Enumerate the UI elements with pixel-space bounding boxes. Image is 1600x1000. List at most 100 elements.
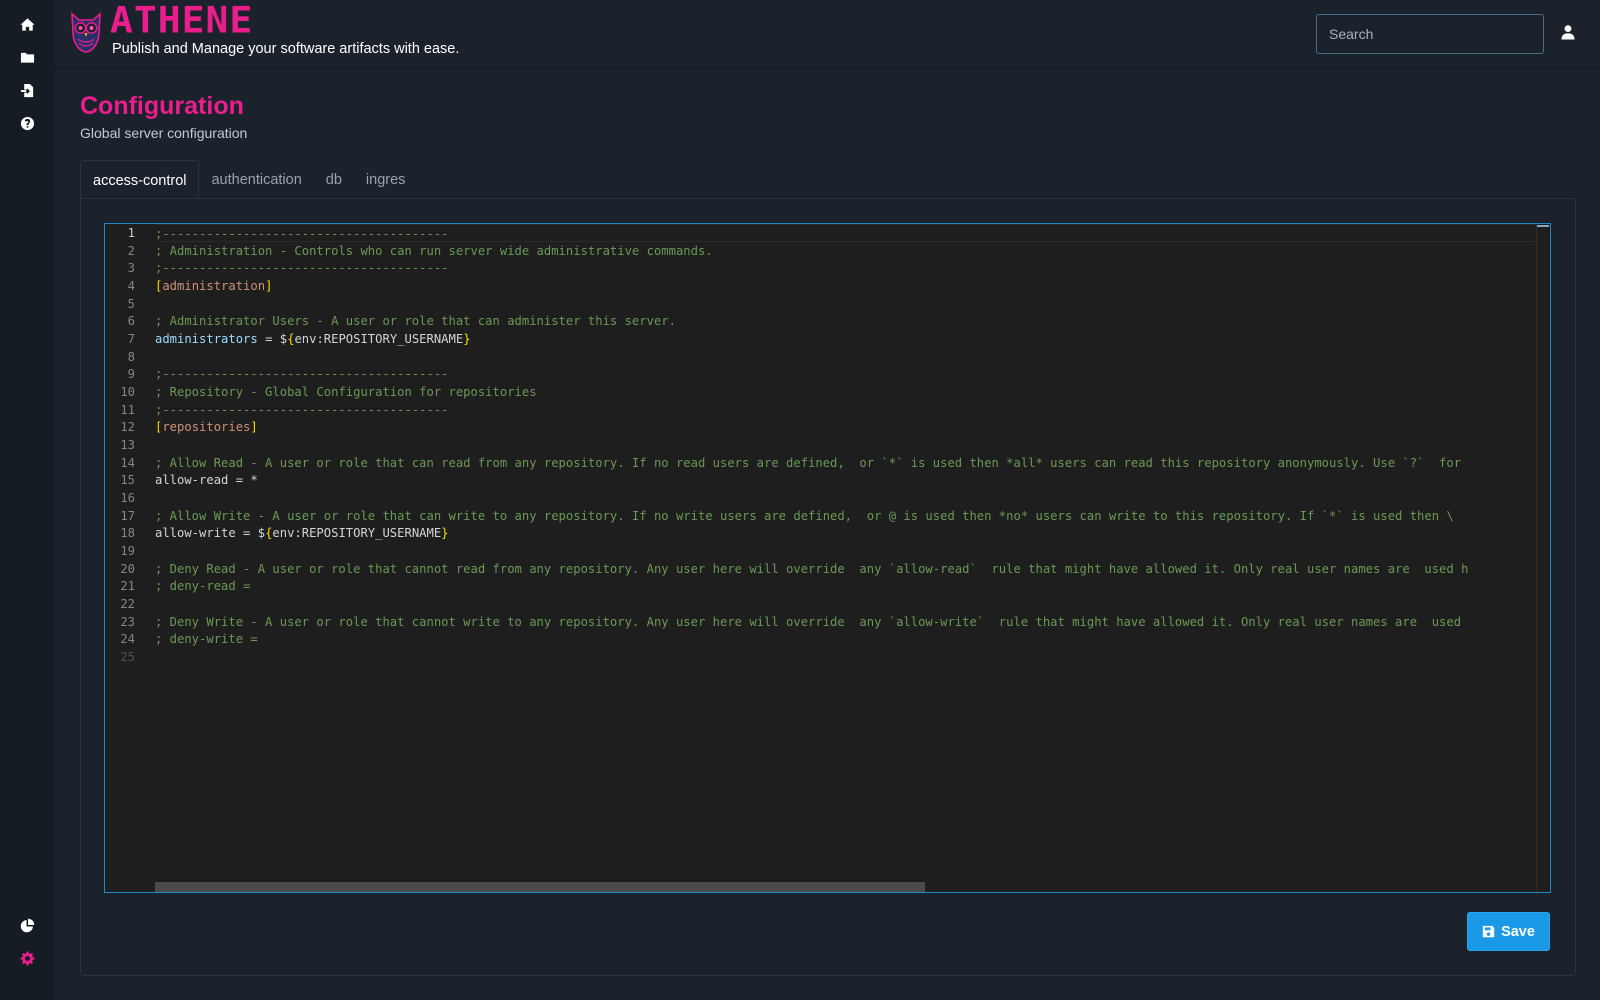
tab-ingres[interactable]: ingres xyxy=(354,160,418,198)
code-token: administration xyxy=(162,279,266,293)
line-number: 3 xyxy=(127,261,135,275)
code-line[interactable]: ; Administrator Users - A user or role t… xyxy=(155,312,1535,330)
line-number: 13 xyxy=(120,438,135,452)
code-line[interactable] xyxy=(155,489,1535,507)
code-line[interactable]: ;--------------------------------------- xyxy=(155,401,1535,419)
line-number: 22 xyxy=(120,597,135,611)
code-line[interactable]: ; deny-write = xyxy=(155,630,1535,648)
file-import-icon[interactable] xyxy=(17,80,37,100)
code-token: ; Deny Write - A user or role that canno… xyxy=(155,615,1462,629)
code-line[interactable]: ; Administration - Controls who can run … xyxy=(155,242,1535,260)
line-number: 10 xyxy=(120,385,135,399)
line-number: 24 xyxy=(120,632,135,646)
top-bar: ATHENE Publish and Manage your software … xyxy=(55,0,1600,68)
line-number: 9 xyxy=(127,367,135,381)
horizontal-scrollbar[interactable] xyxy=(155,882,925,892)
code-line[interactable]: ; Deny Read - A user or role that cannot… xyxy=(155,560,1535,578)
config-tabs: access-control authentication db ingres xyxy=(80,160,417,198)
save-button[interactable]: Save xyxy=(1467,912,1550,951)
line-number: 2 xyxy=(127,244,135,258)
tagline: Publish and Manage your software artifac… xyxy=(112,41,460,57)
line-number: 19 xyxy=(120,544,135,558)
code-line[interactable] xyxy=(155,595,1535,613)
code-token: ; deny-read = xyxy=(155,579,251,593)
code-token: ;--------------------------------------- xyxy=(155,227,449,241)
code-line[interactable]: administrators = ${env:REPOSITORY_USERNA… xyxy=(155,330,1535,348)
code-token: allow-write = $ xyxy=(155,526,266,540)
gear-icon[interactable] xyxy=(17,948,37,968)
home-icon[interactable] xyxy=(17,14,37,34)
code-line[interactable] xyxy=(155,436,1535,454)
code-token: ;--------------------------------------- xyxy=(155,261,449,275)
code-token: allow-read = * xyxy=(155,473,258,487)
tab-access-control[interactable]: access-control xyxy=(80,160,200,198)
line-number-gutter: 1 2 3 4 5 6 7 8 9 10 11 12 13 14 15 16 17 18 19 20 21 22 23 24 2… xyxy=(105,224,153,892)
line-number: 4 xyxy=(127,279,135,293)
code-line[interactable]: allow-write = ${env:REPOSITORY_USERNAME} xyxy=(155,524,1535,542)
search-input[interactable] xyxy=(1316,14,1544,54)
line-number: 12 xyxy=(120,420,135,434)
code-editor[interactable]: 1 2 3 4 5 6 7 8 9 10 11 12 13 14 15 16 17 18 19 20 21 22 23 24 2… xyxy=(104,223,1551,893)
line-number: 14 xyxy=(120,456,135,470)
sidebar xyxy=(0,0,55,1000)
code-line[interactable]: ; Allow Read - A user or role that can r… xyxy=(155,454,1535,472)
code-line[interactable]: [repositories] xyxy=(155,418,1535,436)
code-line[interactable]: ; Deny Write - A user or role that canno… xyxy=(155,613,1535,631)
line-number: 21 xyxy=(120,579,135,593)
code-token: ; deny-write = xyxy=(155,632,258,646)
code-line[interactable]: ; deny-read = xyxy=(155,577,1535,595)
code-line[interactable]: ;--------------------------------------- xyxy=(155,365,1535,383)
floppy-disk-icon xyxy=(1482,925,1495,938)
brand-logo-text[interactable]: ATHENE xyxy=(110,1,253,39)
code-token: ] xyxy=(250,420,258,434)
code-token: ;--------------------------------------- xyxy=(155,403,449,417)
code-token: ; Administrator Users - A user or role t… xyxy=(155,314,676,328)
code-line[interactable] xyxy=(155,348,1535,366)
code-token: ; Allow Read - A user or role that can r… xyxy=(155,456,1462,470)
code-token: env:REPOSITORY_USERNAME xyxy=(272,526,442,540)
code-token: } xyxy=(441,526,449,540)
code-token: ; Deny Read - A user or role that cannot… xyxy=(155,562,1469,576)
vertical-scrollbar[interactable] xyxy=(1536,224,1550,892)
code-line[interactable] xyxy=(155,295,1535,313)
tab-db[interactable]: db xyxy=(314,160,354,198)
line-number: 1 xyxy=(127,226,135,240)
code-line[interactable]: ;--------------------------------------- xyxy=(155,224,1535,242)
line-number: 6 xyxy=(127,314,135,328)
code-line[interactable] xyxy=(155,648,1535,666)
code-token: ] xyxy=(265,279,273,293)
code-token: administrators xyxy=(155,332,258,346)
page-subtitle: Global server configuration xyxy=(80,125,248,141)
code-line[interactable]: allow-read = * xyxy=(155,471,1535,489)
code-token: ; Administration - Controls who can run … xyxy=(155,244,713,258)
code-token: env:REPOSITORY_USERNAME xyxy=(294,332,464,346)
code-token: = $ xyxy=(257,332,288,346)
code-token: ;--------------------------------------- xyxy=(155,367,449,381)
code-token: repositories xyxy=(162,420,251,434)
code-line[interactable]: ;--------------------------------------- xyxy=(155,259,1535,277)
line-number: 20 xyxy=(120,562,135,576)
line-number: 18 xyxy=(120,526,135,540)
user-icon[interactable] xyxy=(1560,24,1580,44)
line-number: 17 xyxy=(120,509,135,523)
line-number: 25 xyxy=(120,650,135,664)
code-line[interactable]: ; Repository - Global Configuration for … xyxy=(155,383,1535,401)
scrollbar-position-marker xyxy=(1537,225,1549,227)
line-number: 23 xyxy=(120,615,135,629)
code-token: } xyxy=(463,332,471,346)
code-line[interactable]: ; Allow Write - A user or role that can … xyxy=(155,507,1535,525)
question-circle-icon[interactable] xyxy=(17,113,37,133)
owl-logo-icon xyxy=(71,12,101,53)
code-token: ; Repository - Global Configuration for … xyxy=(155,385,537,399)
line-number: 15 xyxy=(120,473,135,487)
save-button-label: Save xyxy=(1501,923,1535,940)
code-token: ; Allow Write - A user or role that can … xyxy=(155,509,1454,523)
code-line[interactable]: [administration] xyxy=(155,277,1535,295)
tab-authentication[interactable]: authentication xyxy=(199,160,313,198)
folder-icon[interactable] xyxy=(17,47,37,67)
line-number: 7 xyxy=(127,332,135,346)
pie-chart-icon[interactable] xyxy=(17,915,37,935)
line-number: 11 xyxy=(120,403,135,417)
line-number: 5 xyxy=(127,297,135,311)
code-line[interactable] xyxy=(155,542,1535,560)
